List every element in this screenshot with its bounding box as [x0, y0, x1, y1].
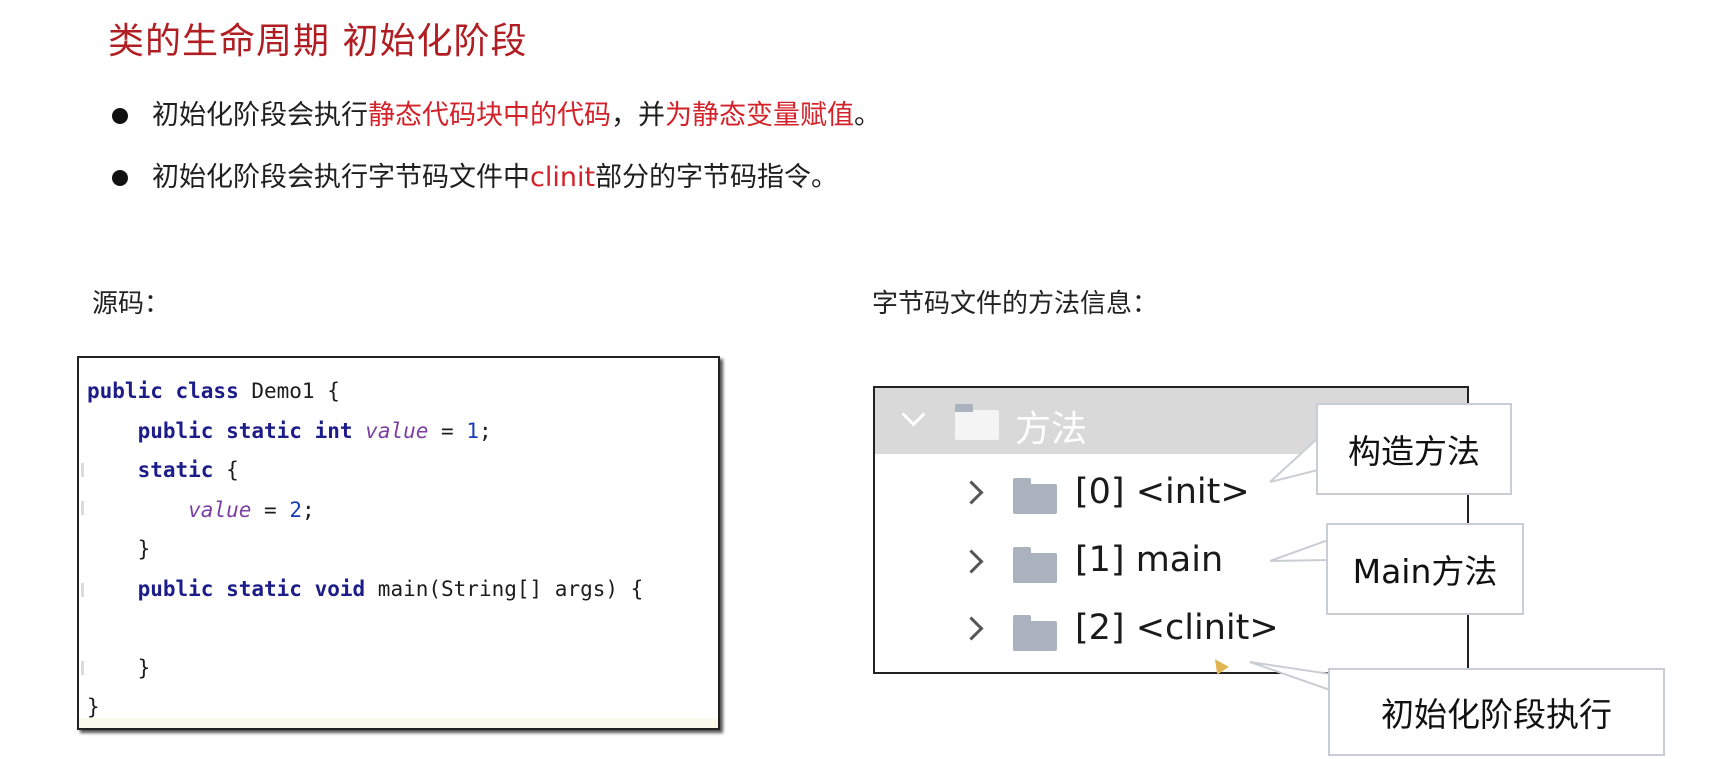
- callout-constructor: 构造方法: [1316, 403, 1512, 495]
- callout-pointer: [1269, 538, 1329, 562]
- callout-main: Main方法: [1326, 523, 1524, 615]
- callout-clinit: 初始化阶段执行: [1328, 668, 1665, 756]
- callout-pointer: [1269, 435, 1319, 483]
- callout-pointer: [1249, 661, 1331, 692]
- callout-pointers: [1249, 435, 1331, 692]
